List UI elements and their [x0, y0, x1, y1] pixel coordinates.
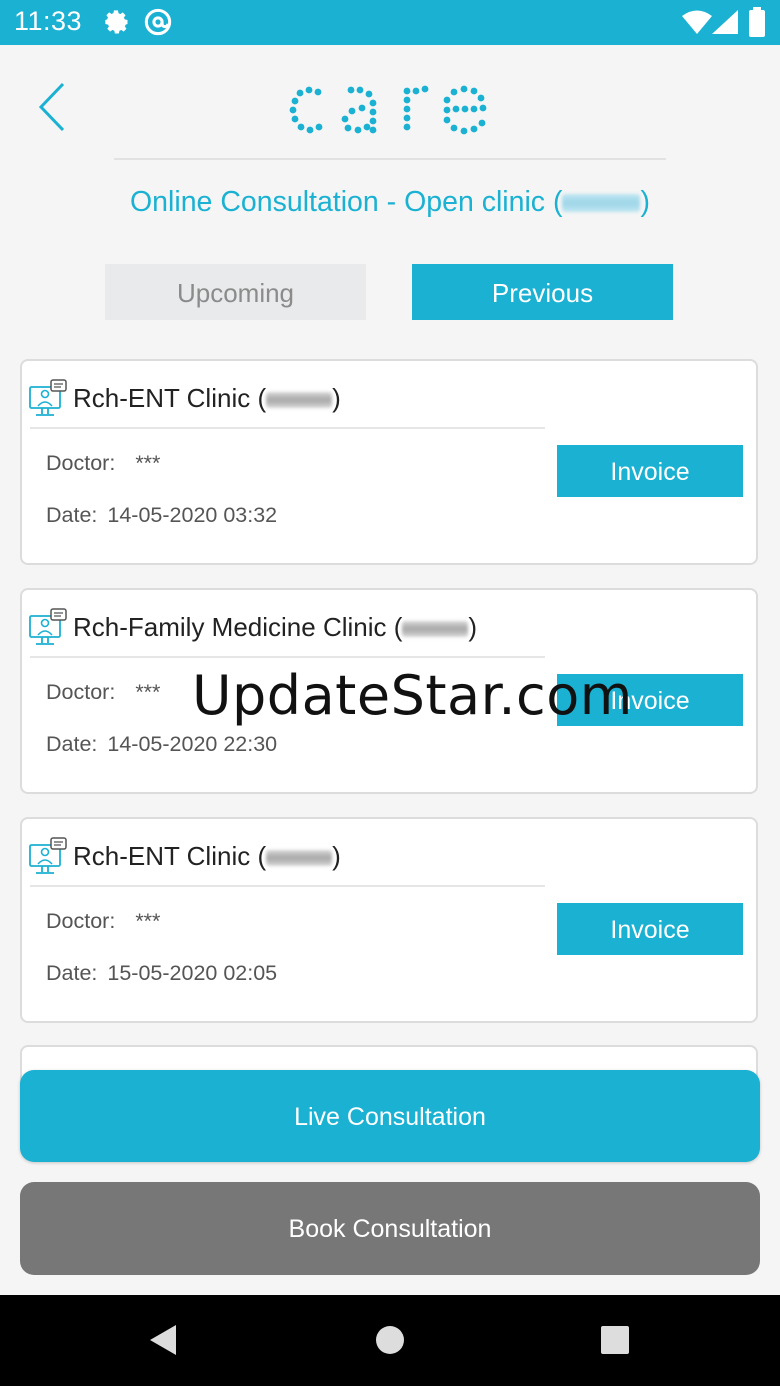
invoice-button[interactable]: Invoice — [557, 903, 743, 955]
doctor-row: Doctor: *** — [46, 680, 160, 705]
tab-upcoming[interactable]: Upcoming — [105, 264, 366, 320]
page-title-text: Online Consultation - Open clinic ( — [130, 186, 563, 218]
redacted-id — [266, 850, 333, 867]
invoice-button[interactable]: Invoice — [557, 445, 743, 497]
doctor-label: Doctor: — [46, 909, 116, 933]
date-row: Date: 14-05-2020 22:30 — [46, 732, 277, 757]
clinic-name-text: Rch-ENT Clinic ( — [73, 841, 267, 871]
date-label: Date: — [46, 503, 98, 527]
date-row: Date: 15-05-2020 02:05 — [46, 961, 277, 986]
live-consultation-button[interactable]: Live Consultation — [20, 1070, 760, 1162]
date-value: 14-05-2020 03:32 — [107, 503, 278, 527]
date-row: Date: 14-05-2020 03:32 — [46, 503, 277, 528]
date-value: 15-05-2020 02:05 — [107, 961, 278, 985]
clinic-name: Rch-ENT Clinic () — [73, 383, 341, 414]
consultation-card: Rch-ENT Clinic () Doctor: *** Date: 14-05-… — [20, 359, 758, 565]
book-consultation-button[interactable]: Book Consultation — [20, 1182, 760, 1275]
telemedicine-icon — [28, 837, 68, 877]
watermark: UpdateStar.com — [192, 664, 633, 727]
chevron-left-icon — [38, 82, 65, 132]
date-value: 14-05-2020 22:30 — [107, 732, 278, 756]
doctor-value: *** — [135, 680, 161, 704]
page-title-close: ) — [640, 186, 650, 218]
telemedicine-icon — [28, 379, 68, 419]
at-sign-icon — [144, 8, 172, 41]
doctor-row: Doctor: *** — [46, 451, 160, 476]
care-logo — [285, 78, 495, 142]
clinic-name: Rch-Family Medicine Clinic () — [73, 612, 477, 643]
redacted-clinic-name — [562, 194, 641, 213]
nav-back-icon[interactable] — [148, 1323, 178, 1362]
clinic-name-close: ) — [468, 612, 478, 642]
status-bar: 11:33 — [0, 0, 780, 45]
wifi-icon — [682, 10, 712, 39]
card-divider — [30, 427, 545, 429]
date-label: Date: — [46, 732, 98, 756]
consultation-card: Rch-ENT Clinic () Doctor: *** Date: 15-05-… — [20, 817, 758, 1023]
page-title: Online Consultation - Open clinic () — [0, 186, 780, 219]
doctor-label: Doctor: — [46, 451, 116, 475]
nav-recents-icon[interactable] — [599, 1323, 631, 1362]
doctor-value: *** — [135, 909, 161, 933]
nav-home-icon[interactable] — [375, 1323, 405, 1362]
back-button[interactable] — [34, 80, 70, 134]
clinic-name-text: Rch-ENT Clinic ( — [73, 383, 267, 413]
signal-icon — [712, 10, 738, 39]
redacted-id — [266, 392, 333, 409]
tab-previous[interactable]: Previous — [412, 264, 673, 320]
clinic-name-text: Rch-Family Medicine Clinic ( — [73, 612, 403, 642]
clinic-name-close: ) — [332, 841, 341, 871]
battery-icon — [748, 7, 766, 42]
status-time: 11:33 — [14, 6, 83, 36]
telemedicine-icon — [28, 608, 68, 648]
settings-icon — [103, 8, 131, 41]
clinic-name: Rch-ENT Clinic () — [73, 841, 341, 872]
redacted-id — [402, 621, 469, 638]
clinic-name-close: ) — [332, 383, 341, 413]
doctor-row: Doctor: *** — [46, 909, 160, 934]
doctor-value: *** — [135, 451, 161, 475]
date-label: Date: — [46, 961, 98, 985]
header-divider — [114, 158, 666, 160]
doctor-label: Doctor: — [46, 680, 116, 704]
navigation-bar — [0, 1295, 780, 1386]
card-divider — [30, 656, 545, 658]
card-divider — [30, 885, 545, 887]
